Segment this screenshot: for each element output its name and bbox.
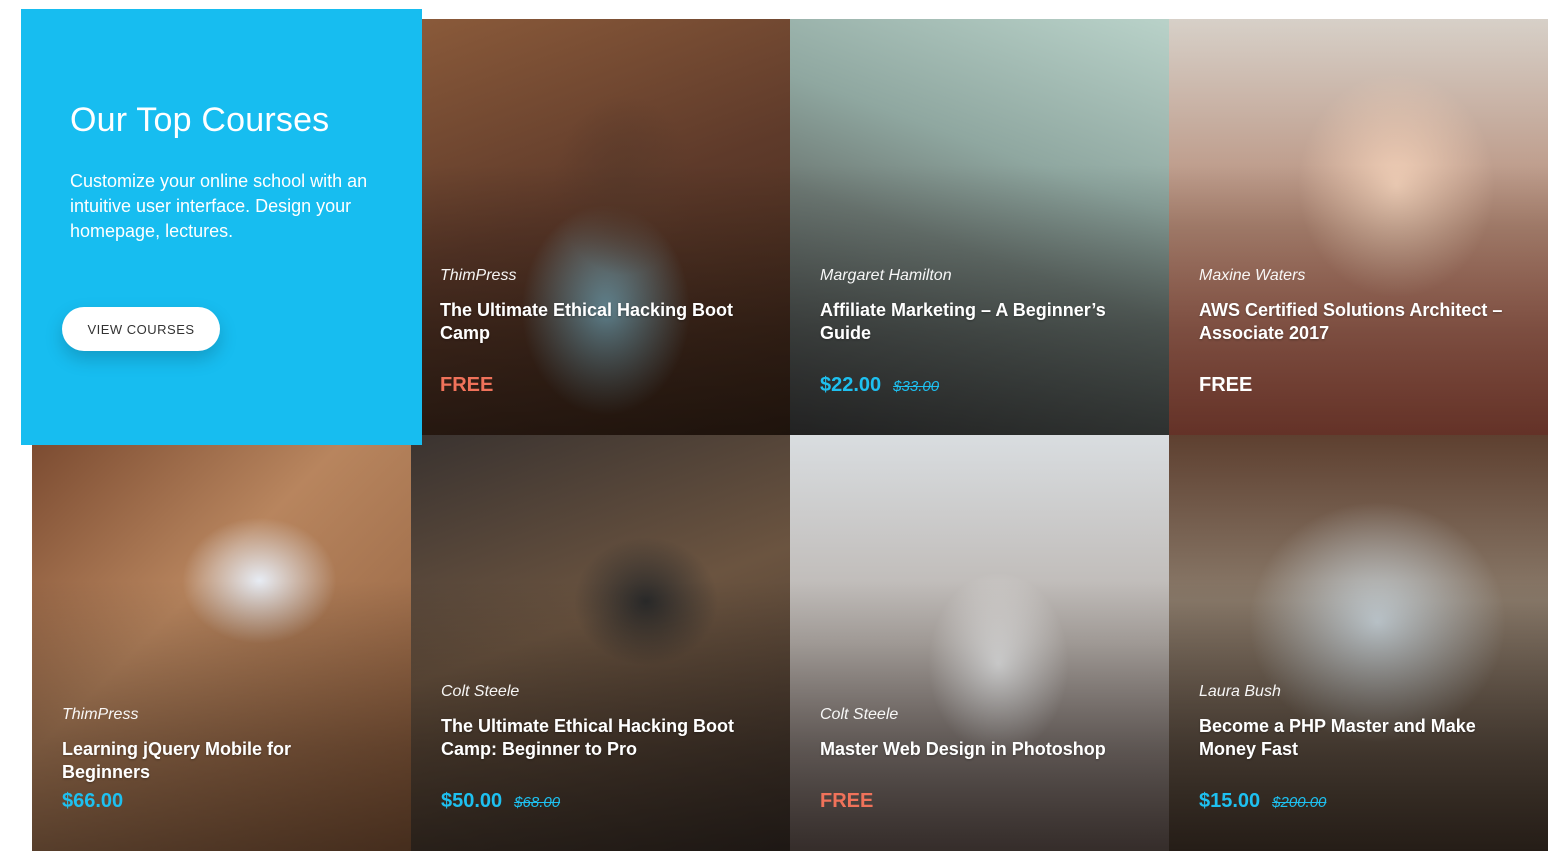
course-price: $22.00 <box>820 374 882 396</box>
course-old-price: $33.00 <box>893 378 940 395</box>
course-price: $15.00 <box>1199 790 1261 812</box>
course-author[interactable]: ThimPress <box>440 267 760 285</box>
course-title[interactable]: AWS Certified Solutions Architect – Asso… <box>1199 299 1518 345</box>
course-old-price: $68.00 <box>514 794 561 811</box>
course-card[interactable]: Maxine Waters AWS Certified Solutions Ar… <box>1169 19 1548 435</box>
course-card[interactable]: Colt Steele Master Web Design in Photosh… <box>790 435 1169 851</box>
course-price: FREE <box>820 790 874 812</box>
course-card[interactable]: ThimPress The Ultimate Ethical Hacking B… <box>422 19 790 435</box>
view-courses-button[interactable]: VIEW COURSES <box>62 307 220 351</box>
course-price: $50.00 <box>441 790 503 812</box>
course-title[interactable]: The Ultimate Ethical Hacking Boot Camp <box>440 299 760 345</box>
course-price: FREE <box>1199 374 1253 396</box>
course-price: FREE <box>440 374 494 396</box>
course-author[interactable]: ThimPress <box>62 706 381 724</box>
course-title[interactable]: The Ultimate Ethical Hacking Boot Camp: … <box>441 715 760 761</box>
course-card[interactable]: Laura Bush Become a PHP Master and Make … <box>1169 435 1548 851</box>
course-title[interactable]: Become a PHP Master and Make Money Fast <box>1199 715 1518 761</box>
hero-title: Our Top Courses <box>70 101 330 139</box>
course-card[interactable]: Colt Steele The Ultimate Ethical Hacking… <box>411 435 790 851</box>
course-title[interactable]: Affiliate Marketing – A Beginner’s Guide <box>820 299 1139 345</box>
hero-panel: Our Top Courses Customize your online sc… <box>21 9 422 445</box>
course-author[interactable]: Colt Steele <box>820 706 1139 724</box>
course-title[interactable]: Master Web Design in Photoshop <box>820 738 1139 761</box>
course-card[interactable]: ThimPress Learning jQuery Mobile for Beg… <box>32 435 411 851</box>
course-title[interactable]: Learning jQuery Mobile for Beginners <box>62 738 381 784</box>
course-author[interactable]: Margaret Hamilton <box>820 267 1139 285</box>
course-card[interactable]: Margaret Hamilton Affiliate Marketing – … <box>790 19 1169 435</box>
course-old-price: $200.00 <box>1272 794 1327 811</box>
course-price: $66.00 <box>62 790 124 812</box>
course-author[interactable]: Colt Steele <box>441 683 760 701</box>
hero-description: Customize your online school with an int… <box>70 171 368 241</box>
course-author[interactable]: Maxine Waters <box>1199 267 1518 285</box>
course-author[interactable]: Laura Bush <box>1199 683 1518 701</box>
